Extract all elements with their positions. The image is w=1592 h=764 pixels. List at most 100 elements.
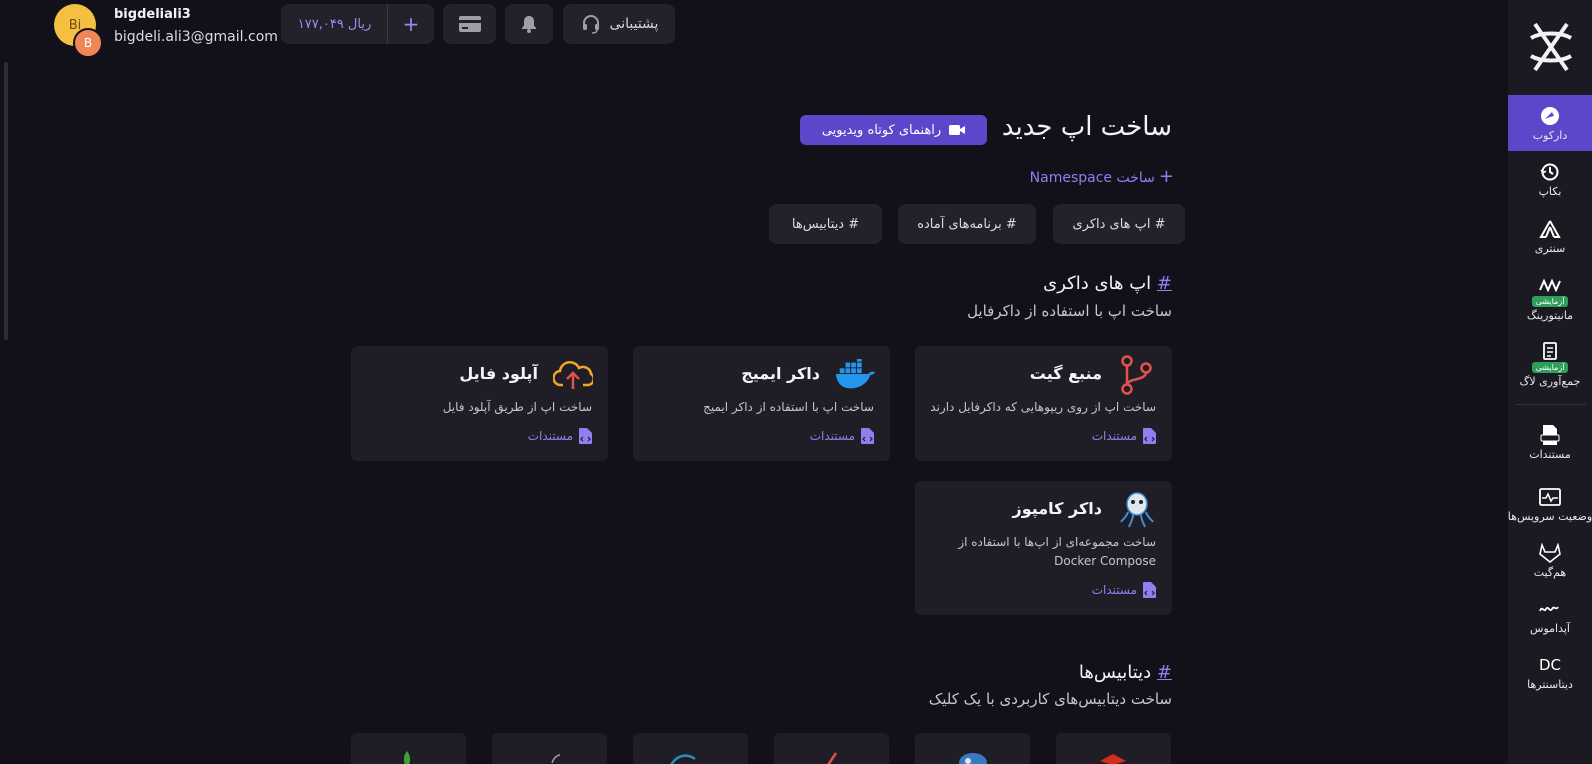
sidebar-item-label: بکاپ (1538, 184, 1562, 198)
card-description: ساخت اپ از طریق آپلود فایل (442, 400, 592, 414)
app-logo[interactable] (1529, 18, 1573, 76)
bell-icon (522, 16, 536, 33)
video-camera-icon (949, 125, 966, 135)
docker-section-title: # اپ های داکری (1043, 273, 1172, 294)
user-email: bigdeli.ali3@gmail.com (114, 29, 278, 45)
page-scrollbar[interactable] (4, 62, 8, 340)
datacenter-icon: DC (1539, 654, 1561, 676)
sidebar-item-label: آپداموس (1530, 621, 1570, 635)
gitlab-icon (1539, 542, 1561, 564)
wallet-amount: ریال ۱۷۷,۰۴۹ (297, 16, 372, 32)
log-icon (1539, 340, 1561, 362)
redis-icon (1100, 754, 1126, 764)
db-card-postgres[interactable] (915, 733, 1030, 764)
sidebar-item-label: جمع‌آوری لاگ (1519, 375, 1581, 388)
docs-link[interactable]: مستندات (810, 428, 874, 444)
uptime-icon (1539, 598, 1561, 620)
db-section-title-text: دیتابیس‌ها (1078, 662, 1152, 683)
docs-link[interactable]: مستندات (528, 428, 592, 444)
doc-code-icon (861, 428, 874, 444)
sidebar-item-datacenters[interactable]: DC دیتاسنترها (1508, 644, 1592, 700)
git-branch-icon (1116, 354, 1158, 396)
postgres-icon (959, 753, 987, 764)
card-docker-image[interactable]: داکر ایمیج ساخت اپ با استفاده از داکر ای… (633, 346, 890, 461)
sidebar-item-darkube[interactable]: دارکوب (1508, 95, 1592, 151)
cloud-upload-icon (552, 354, 594, 396)
docker-section-subtitle: ساخت اپ با استفاده از داکرفایل (967, 302, 1172, 320)
notifications-button[interactable] (505, 4, 553, 44)
sidebar-item-docs[interactable]: مستندات (1508, 414, 1592, 470)
docs-label: مستندات (1091, 583, 1137, 597)
doc-code-icon (1143, 428, 1156, 444)
sidebar-item-uptime[interactable]: آپداموس (1508, 588, 1592, 644)
card-description: ساخت اپ از روی ریپوهایی که داکرفایل دارن… (930, 400, 1156, 414)
db-card-database-3[interactable] (774, 733, 889, 764)
sidebar-divider (1516, 404, 1586, 405)
database-icon (827, 752, 838, 764)
plus-icon: + (1158, 166, 1174, 187)
video-guide-label: راهنمای کوتاه ویدیویی (821, 122, 942, 138)
card-docker-compose[interactable]: داکر کامپوز ساخت مجموعه‌ای از اپ‌ها با ا… (915, 481, 1172, 615)
card-title: داکر ایمیج (741, 364, 820, 383)
card-description: ساخت مجموعه‌ای از اپ‌ها با استفاده از Do… (958, 535, 1156, 568)
sidebar-item-sentry[interactable]: سنتری (1508, 208, 1592, 264)
card-title: داکر کامپوز (1012, 499, 1102, 518)
card-file-upload[interactable]: آپلود فایل ساخت اپ از طریق آپلود فایل مس… (351, 346, 608, 461)
create-namespace-link[interactable]: +ساخت Namespace (1030, 166, 1174, 187)
db-card-mysql[interactable] (633, 733, 748, 764)
payment-card-button[interactable] (443, 4, 496, 44)
wallet-balance[interactable]: ریال ۱۷۷,۰۴۹ + (281, 4, 434, 44)
db-section-subtitle: ساخت دیتابیس‌های کاربردی با یک کلیک (928, 690, 1172, 708)
datacenter-icon-text: DC (1538, 655, 1562, 674)
doc-code-icon (579, 428, 592, 444)
sidebar-item-log-collection[interactable]: آزمایشی جمع‌آوری لاگ (1508, 334, 1592, 394)
db-card-database-5[interactable] (492, 733, 607, 764)
sidebar-item-label: وضعیت سرویس‌ها (1507, 509, 1592, 523)
card-description: ساخت اپ با استفاده از داکر ایمیج (703, 400, 874, 414)
sidebar-item-backup[interactable]: بکاپ (1508, 151, 1592, 207)
docs-link[interactable]: مستندات (1092, 582, 1156, 598)
darkube-icon (1539, 105, 1561, 127)
add-credit-button[interactable]: + (388, 12, 434, 36)
sidebar-item-label: دیتاسنترها (1527, 677, 1573, 691)
experimental-badge: آزمایشی (1531, 296, 1569, 307)
sidebar-item-hamgit[interactable]: هم‌گیت (1508, 532, 1592, 588)
credit-card-icon (458, 16, 481, 32)
sidebar-item-monitoring[interactable]: آزمایشی مانیتورینگ (1508, 268, 1592, 328)
card-git-source[interactable]: منبع گیت ساخت اپ از روی ریپوهایی که داکر… (915, 346, 1172, 461)
sidebar-item-label: مستندات (1529, 447, 1571, 461)
chip-docker-apps[interactable]: # اپ های داکری (1053, 204, 1185, 244)
docker-icon (834, 354, 876, 396)
docs-link[interactable]: مستندات (1092, 428, 1156, 444)
docs-label: مستندات (1091, 429, 1137, 443)
sentry-icon (1539, 218, 1561, 240)
sidebar-item-service-status[interactable]: وضعیت سرویس‌ها (1508, 476, 1592, 532)
user-profile[interactable]: Bi B bigdeliali3 bigdeli.ali3@gmail.com (54, 4, 278, 58)
docker-compose-icon (1116, 489, 1158, 531)
experimental-badge: آزمایشی (1531, 362, 1569, 373)
username: bigdeliali3 (114, 7, 191, 22)
sidebar-item-label: سنتری (1534, 241, 1566, 255)
docs-label: مستندات (809, 429, 855, 443)
chip-databases[interactable]: # دیتابیس‌ها (769, 204, 882, 244)
support-button[interactable]: پشتیبانی (563, 4, 675, 44)
card-title: منبع گیت (1029, 364, 1102, 383)
db-card-redis[interactable] (1056, 733, 1171, 764)
avatar-secondary: B (73, 28, 103, 58)
headset-icon (582, 15, 599, 34)
right-sidebar: دارکوب بکاپ سنتری آزمایشی مانیتورینگ آزم… (1508, 0, 1592, 764)
anchor-link[interactable]: # (1157, 662, 1172, 683)
support-label: پشتیبانی (609, 16, 659, 32)
mongodb-icon (404, 751, 410, 764)
video-guide-button[interactable]: راهنمای کوتاه ویدیویی (800, 115, 987, 145)
monitoring-icon (1539, 274, 1561, 296)
db-card-mongodb[interactable] (351, 733, 466, 764)
create-namespace-label: ساخت Namespace (1029, 170, 1155, 186)
chip-ready-apps[interactable]: # برنامه‌های آماده (898, 204, 1036, 244)
sidebar-item-label: هم‌گیت (1533, 565, 1567, 579)
db-section-title: # دیتابیس‌ها (1079, 662, 1172, 683)
docs-label: مستندات (527, 429, 573, 443)
anchor-link[interactable]: # (1157, 273, 1172, 294)
card-title: آپلود فایل (459, 364, 538, 383)
mysql-icon (670, 754, 696, 764)
